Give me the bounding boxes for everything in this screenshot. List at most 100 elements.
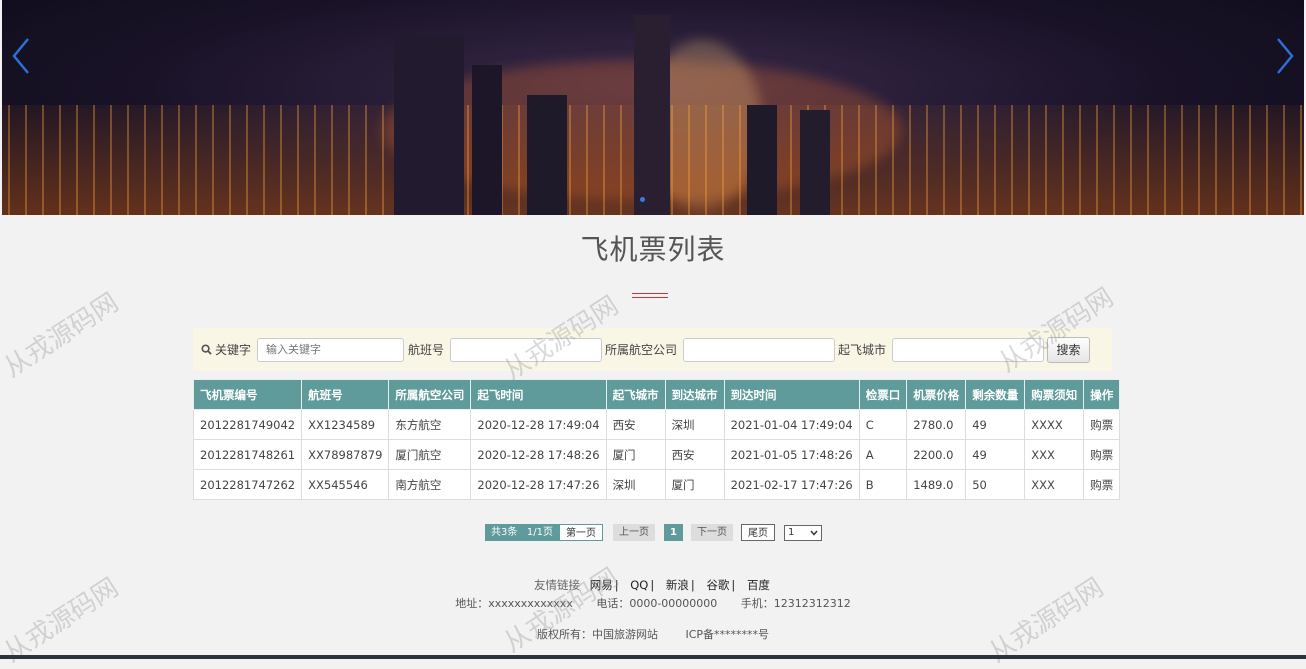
banner-next-button[interactable] [1274,36,1296,76]
price-cell: 2780.0 [906,409,967,440]
watermark: 从戎源码网 [0,287,125,384]
arrival-time-cell: 2021-01-04 17:49:04 [723,409,860,440]
link-qq[interactable]: QQ [630,578,648,592]
flight-no-cell: XX78987879 [301,439,390,470]
col-arrival-time: 到达时间 [723,379,860,410]
contact-info: 地址：xxxxxxxxxxxxx 电话：0000-00000000 手机：123… [0,595,1306,611]
notice-cell: XXX [1024,469,1085,500]
banner-prev-button[interactable] [10,36,32,76]
pagination: 共3条 1/1页 第一页 上一页 1 下一页 尾页 1 [485,524,822,541]
first-page-button[interactable]: 第一页 [559,524,604,541]
table-header-row: 飞机票编号 航班号 所属航空公司 起飞时间 起飞城市 到达城市 到达时间 检票口… [192,379,1121,410]
page-select[interactable]: 1 [783,524,822,541]
search-button[interactable]: 搜索 [1047,336,1091,363]
address-text: 地址：xxxxxxxxxxxxx [455,597,573,610]
flight-no-label: 航班号 [408,343,445,357]
flight-no-input[interactable] [450,337,603,362]
link-separator: | [614,578,619,592]
col-arrival-city: 到达城市 [664,379,725,410]
airline-cell: 东方航空 [388,409,472,440]
gate-cell: A [858,439,908,470]
page-select-value: 1 [787,527,795,538]
search-icon [201,344,212,355]
building [747,105,777,215]
departure-city-input[interactable] [892,337,1045,362]
remaining-cell: 49 [965,409,1026,440]
friend-links: 友情链接 网易 | QQ | 新浪 | 谷歌 | 百度 [0,577,1306,593]
page-title: 飞机票列表 [580,233,726,266]
page-info-text: 1/1页 [526,527,554,538]
keyword-input[interactable] [257,337,405,362]
arrival-city-cell: 厦门 [664,469,725,500]
remaining-cell: 49 [965,439,1026,470]
building [394,35,464,215]
col-gate: 检票口 [858,379,908,410]
ticket-table: 飞机票编号 航班号 所属航空公司 起飞时间 起飞城市 到达城市 到达时间 检票口… [192,379,1121,500]
departure-city-cell: 厦门 [605,439,666,470]
buy-ticket-link[interactable]: 购票 [1083,439,1121,470]
flight-no-cell: XX1234589 [301,409,390,440]
building [800,110,830,215]
total-count: 共3条 1/1页 [485,524,560,541]
keyword-label: 关键字 [201,341,251,358]
building [634,15,670,215]
prev-page-button[interactable]: 上一页 [613,524,656,541]
notice-cell: XXXX [1024,409,1085,440]
copyright-info: 版权所有：中国旅游网站 ICP备********号 [0,626,1306,642]
arrival-time-cell: 2021-01-05 17:48:26 [723,439,860,470]
chevron-left-icon [12,38,29,74]
table-row: 2012281749042 XX1234589 东方航空 2020-12-28 … [192,409,1121,440]
buy-ticket-link[interactable]: 购票 [1083,469,1121,500]
link-sina[interactable]: 新浪 [666,578,689,592]
col-departure-city: 起飞城市 [605,379,666,410]
last-page-button[interactable]: 尾页 [740,524,775,541]
airline-label: 所属航空公司 [605,343,678,357]
current-page[interactable]: 1 [664,524,683,541]
link-separator: | [650,578,655,592]
airline-input[interactable] [683,337,836,362]
col-action: 操作 [1083,379,1121,410]
departure-city-cell: 西安 [605,409,666,440]
link-google[interactable]: 谷歌 [706,578,729,592]
departure-time-cell: 2020-12-28 17:48:26 [470,439,607,470]
ticket-no-cell: 2012281748261 [192,439,303,470]
search-bar: 关键字 航班号 所属航空公司 起飞城市 搜索 [193,328,1112,371]
link-wangyi[interactable]: 网易 [590,578,613,592]
copyright-text: 版权所有：中国旅游网站 [536,628,658,641]
flight-no-cell: XX545546 [301,469,390,500]
chevron-down-icon [810,530,818,536]
link-baidu[interactable]: 百度 [747,578,770,592]
airline-cell: 厦门航空 [388,439,472,470]
col-remaining: 剩余数量 [965,379,1026,410]
col-airline: 所属航空公司 [388,379,472,410]
link-separator: | [690,578,695,592]
bottom-bar [0,655,1306,659]
building [527,95,567,215]
carousel-indicator[interactable] [640,197,645,202]
table-row: 2012281748261 XX78987879 厦门航空 2020-12-28… [192,439,1121,470]
col-flight-no: 航班号 [301,379,390,410]
buy-ticket-link[interactable]: 购票 [1083,409,1121,440]
departure-city-label: 起飞城市 [838,343,887,357]
mobile-text: 手机：12312312312 [740,597,851,610]
next-page-button[interactable]: 下一页 [690,524,733,541]
phone-text: 电话：0000-00000000 [596,597,718,610]
ticket-no-cell: 2012281749042 [192,409,303,440]
col-departure-time: 起飞时间 [470,379,607,410]
ticket-no-cell: 2012281747262 [192,469,303,500]
notice-cell: XXX [1024,439,1085,470]
building [472,65,502,215]
title-decoration [632,293,668,299]
price-cell: 2200.0 [906,439,967,470]
price-cell: 1489.0 [906,469,967,500]
col-ticket-no: 飞机票编号 [192,379,303,410]
departure-time-cell: 2020-12-28 17:47:26 [470,469,607,500]
arrival-city-cell: 西安 [664,439,725,470]
col-price: 机票价格 [906,379,967,410]
banner-carousel [2,0,1304,215]
table-row: 2012281747262 XX545546 南方航空 2020-12-28 1… [192,469,1121,500]
arrival-city-cell: 深圳 [664,409,725,440]
chevron-right-icon [1277,38,1294,74]
gate-cell: B [858,469,908,500]
arrival-time-cell: 2021-02-17 17:47:26 [723,469,860,500]
